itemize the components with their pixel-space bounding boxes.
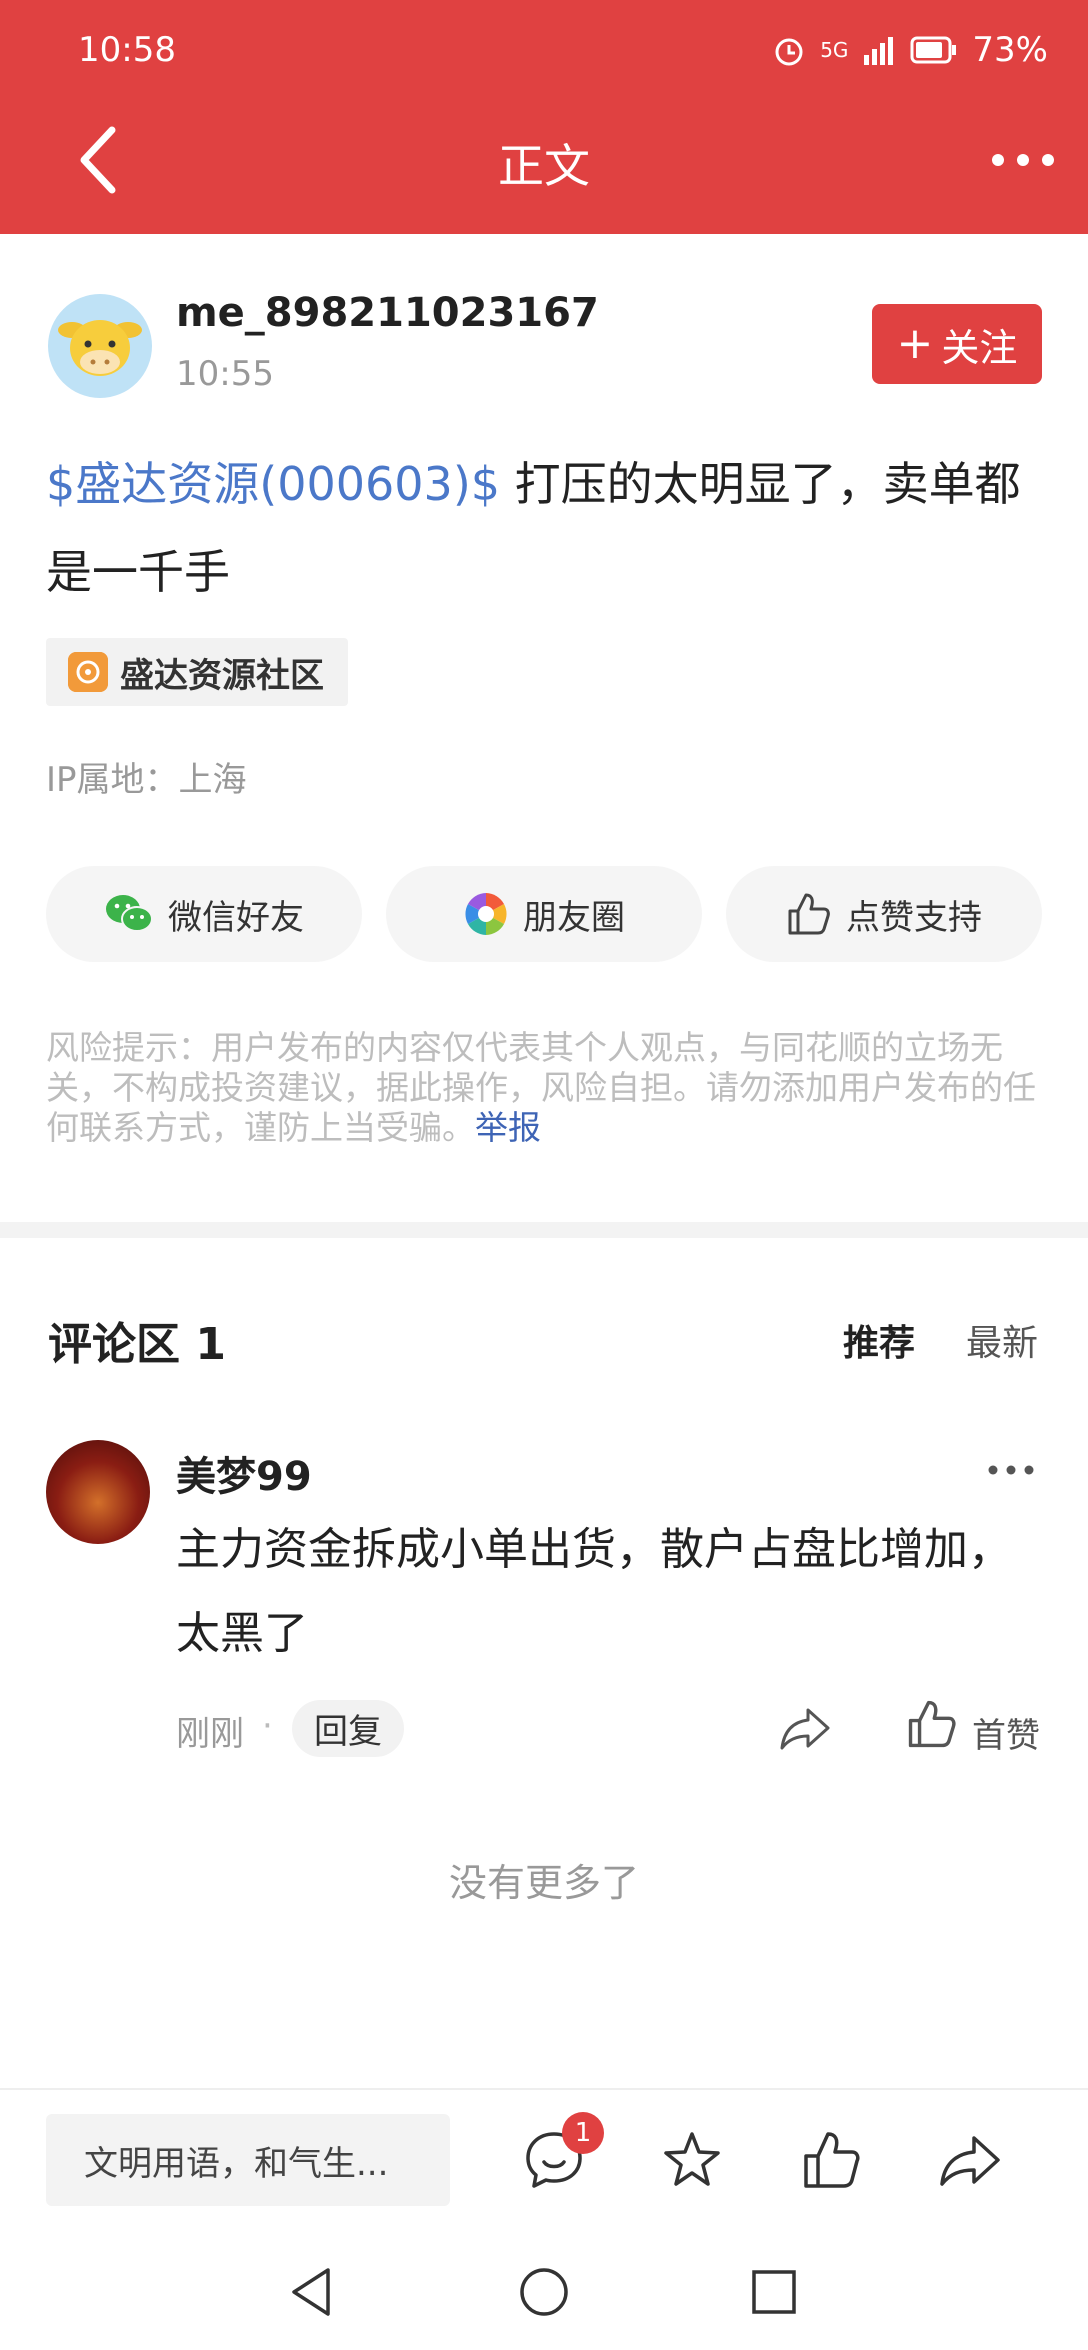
post-timestamp: 10:55 — [176, 354, 274, 394]
follow-label: 关注 — [941, 325, 1018, 370]
comment-time: 刚刚 — [176, 1714, 244, 1754]
community-tag[interactable]: 盛达资源社区 — [46, 638, 348, 706]
risk-notice-text: 风险提示：用户发布的内容仅代表其个人观点，与同花顺的立场无关，不构成投资建议，据… — [46, 1028, 1036, 1147]
comment-more-icon[interactable] — [986, 1460, 1036, 1480]
battery-icon — [910, 36, 957, 64]
signal-icon — [864, 37, 894, 65]
comment-like-icon[interactable] — [906, 1698, 958, 1750]
alarm-icon — [775, 38, 803, 66]
section-divider — [0, 1222, 1088, 1238]
follow-button[interactable]: + 关注 — [872, 304, 1042, 384]
moments-icon — [465, 893, 507, 935]
commenter-username[interactable]: 美梦99 — [176, 1444, 312, 1502]
ip-location: IP属地：上海 — [46, 760, 247, 800]
share-wechat-button[interactable]: 微信好友 — [46, 866, 362, 962]
thumbs-up-icon[interactable] — [800, 2128, 864, 2192]
commenter-avatar[interactable] — [46, 1440, 150, 1544]
status-time: 10:58 — [78, 30, 176, 70]
no-more-text: 没有更多了 — [448, 1861, 639, 1905]
share-actions: 微信好友 朋友圈 点赞支持 — [46, 866, 1042, 962]
page-title: 正文 — [498, 139, 590, 193]
community-icon — [68, 652, 108, 692]
risk-notice: 风险提示：用户发布的内容仅代表其个人观点，与同花顺的立场无关，不构成投资建议，据… — [46, 1028, 1046, 1148]
star-icon[interactable] — [660, 2128, 724, 2192]
comment-input[interactable]: 文明用语，和气生... — [46, 2114, 450, 2206]
comment-input-placeholder: 文明用语，和气生... — [84, 2143, 389, 2184]
report-link[interactable]: 举报 — [475, 1108, 541, 1147]
wechat-icon — [106, 895, 153, 932]
like-support-label: 点赞支持 — [846, 897, 982, 938]
author-username[interactable]: me_898211023167 — [176, 290, 599, 336]
sort-latest-tab[interactable]: 最新 — [966, 1314, 1038, 1366]
comment-share-icon[interactable] — [778, 1700, 834, 1756]
post-body: $盛达资源(000603)$ 打压的太明显了，卖单都是一千手 — [46, 440, 1046, 616]
nav-back-icon[interactable] — [286, 2264, 336, 2320]
comment-like-label[interactable]: 首赞 — [972, 1708, 1040, 1757]
share-moments-button[interactable]: 朋友圈 — [386, 866, 702, 962]
system-navigation-bar — [0, 2264, 1088, 2348]
nav-recents-icon[interactable] — [748, 2264, 800, 2320]
comments-title: 评论区 1 — [48, 1319, 226, 1370]
battery-level: 73% — [972, 30, 1048, 70]
status-icons: 5G 73% — [772, 30, 1048, 70]
community-label: 盛达资源社区 — [120, 655, 324, 696]
reply-button[interactable]: 回复 — [292, 1700, 404, 1757]
sort-recommended-tab[interactable]: 推荐 — [843, 1314, 915, 1366]
cow-avatar-icon — [58, 320, 142, 376]
author-avatar[interactable] — [48, 294, 152, 398]
more-options-button[interactable] — [988, 140, 1058, 180]
network-type: 5G — [820, 38, 849, 62]
share-wechat-label: 微信好友 — [168, 897, 304, 938]
nav-home-icon[interactable] — [516, 2264, 572, 2320]
share-icon[interactable] — [938, 2128, 1002, 2192]
comment-separator: · — [262, 1706, 273, 1746]
share-moments-label: 朋友圈 — [523, 897, 625, 938]
comment-count-badge: 1 — [562, 2112, 604, 2154]
stock-link[interactable]: $盛达资源(000603)$ — [46, 457, 500, 511]
plus-icon: + — [896, 318, 934, 369]
like-support-button[interactable]: 点赞支持 — [726, 866, 1042, 962]
thumbs-up-icon — [788, 893, 830, 935]
comment-text: 主力资金拆成小单出货，散户占盘比增加，太黑了 — [176, 1524, 1012, 1659]
